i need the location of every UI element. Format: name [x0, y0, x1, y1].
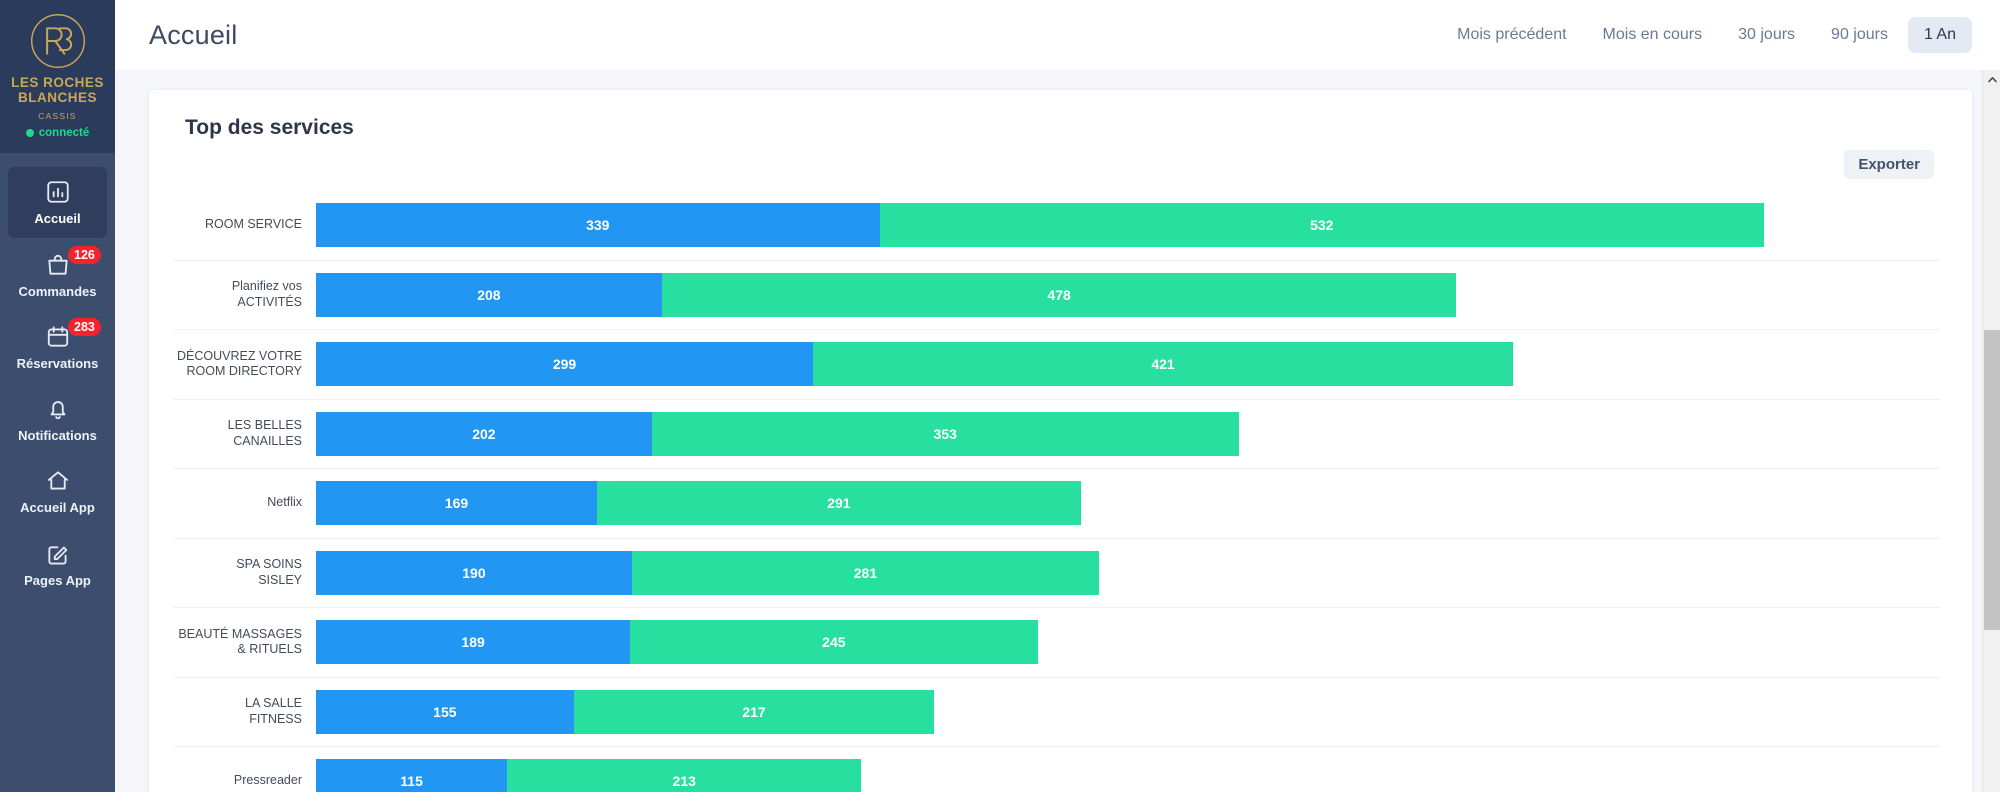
sidebar-item-label: Pages App — [24, 572, 91, 588]
home-icon — [45, 468, 71, 494]
card-title: Top des services — [185, 116, 354, 139]
chart-row-label: SPA SOINS SISLEY — [236, 557, 302, 587]
chart-bar-segment-green[interactable]: 353 — [651, 411, 1239, 456]
date-range-tabs: Mois précédent Mois en cours 30 jours 90… — [1441, 17, 1972, 53]
chart-bar-segment-green[interactable]: 291 — [596, 481, 1081, 526]
sidebar-item-label: Notifications — [18, 428, 97, 444]
topbar: Accueil Mois précédent Mois en cours 30 … — [115, 0, 2000, 70]
chart-row-bars: 299 421 — [316, 330, 1940, 399]
chart-row: BEAUTÉ MASSAGES & RITUELS 189 245 — [173, 608, 1940, 678]
brand-block: LES ROCHES BLANCHES CASSIS connecté — [0, 0, 115, 154]
sidebar-item-accueil[interactable]: Accueil — [8, 167, 107, 238]
chevron-up-icon[interactable] — [1983, 70, 2000, 88]
chart-bar-segment-green[interactable]: 532 — [879, 203, 1764, 248]
export-button[interactable]: Exporter — [1844, 150, 1934, 179]
chart-bar-segment-blue[interactable]: 169 — [316, 481, 597, 526]
chart-bar-segment-blue[interactable]: 155 — [316, 689, 574, 734]
chart-bar-segment-blue[interactable]: 190 — [316, 550, 632, 595]
chart-row-bars: 189 245 — [316, 608, 1940, 677]
status-label: connecté — [38, 127, 90, 140]
chart-row: LA SALLE FITNESS 155 217 — [173, 678, 1940, 747]
chart-row: SPA SOINS SISLEY 190 281 — [173, 539, 1940, 608]
sidebar-item-accueil-app[interactable]: Accueil App — [8, 456, 107, 526]
tab-1-an[interactable]: 1 An — [1907, 17, 1972, 53]
scrollbar-thumb[interactable] — [1984, 330, 2000, 630]
bell-icon — [45, 396, 71, 422]
chart-row-label: ROOM SERVICE — [204, 217, 302, 232]
sidebar-nav: Accueil 126 Commandes 283 Réservations N… — [0, 153, 115, 601]
chart-row: Netflix 169 291 — [173, 469, 1940, 539]
sidebar-item-commandes[interactable]: 126 Commandes — [8, 240, 107, 310]
status-dot-icon — [25, 129, 34, 138]
chart-row-bars: 339 532 — [316, 191, 1940, 260]
chart-row-bars: 190 281 — [316, 539, 1940, 608]
sidebar-item-label: Accueil — [34, 211, 81, 227]
sidebar-item-label: Accueil App — [20, 500, 95, 516]
chart-row-label: LES BELLES CANAILLES — [227, 418, 302, 448]
brand-name: LES ROCHES BLANCHES — [11, 75, 104, 106]
chart-bar-segment-blue[interactable]: 299 — [316, 342, 814, 387]
main-area: Accueil Mois précédent Mois en cours 30 … — [115, 0, 2000, 792]
chart-bar-segment-blue[interactable]: 202 — [316, 411, 652, 456]
chart-bar-segment-blue[interactable]: 208 — [316, 272, 662, 317]
reservations-badge: 283 — [68, 317, 101, 337]
tab-mois-precedent[interactable]: Mois précédent — [1441, 17, 1582, 53]
chart-row-label: Planifiez vos ACTIVITÉS — [231, 279, 302, 309]
tab-30-jours[interactable]: 30 jours — [1722, 17, 1811, 53]
sidebar-item-label: Réservations — [16, 355, 99, 371]
tab-mois-en-cours[interactable]: Mois en cours — [1587, 17, 1719, 53]
top-services-chart: ROOM SERVICE 339 532 Planifiez vos ACTIVITÉ… — [173, 191, 1940, 792]
tab-90-jours[interactable]: 90 jours — [1815, 17, 1904, 53]
chart-row-label: Netflix — [267, 495, 302, 510]
content-area: Top des services Exporter ROOM SERVICE 33… — [115, 70, 2000, 792]
chart-bar-segment-blue[interactable]: 115 — [316, 759, 508, 792]
chart-row-bars: 208 478 — [316, 261, 1940, 330]
sidebar-item-pages-app[interactable]: Pages App — [8, 529, 107, 599]
chart-row-bars: 115 213 — [316, 747, 1940, 792]
top-services-card: Top des services Exporter ROOM SERVICE 33… — [149, 90, 1972, 792]
chart-bar-segment-green[interactable]: 217 — [573, 689, 935, 734]
brand-subtitle: CASSIS — [38, 111, 77, 122]
calendar-icon — [45, 324, 71, 350]
app-root: LES ROCHES BLANCHES CASSIS connecté Accu… — [0, 0, 2000, 792]
chart-row: Pressreader 115 213 — [173, 747, 1940, 792]
connection-status: connecté — [25, 127, 90, 140]
chart-row-bars: 155 217 — [316, 678, 1940, 747]
chart-row: ROOM SERVICE 339 532 — [173, 191, 1940, 261]
sidebar-item-label: Commandes — [18, 283, 97, 299]
commandes-badge: 126 — [68, 245, 101, 264]
chart-row: Planifiez vos ACTIVITÉS 208 478 — [173, 261, 1940, 330]
chart-row-label: LA SALLE FITNESS — [245, 696, 302, 726]
chart-row: DÉCOUVREZ VOTRE ROOM DIRECTORY 299 421 — [173, 330, 1940, 400]
les-roches-blanches-monogram-icon — [29, 12, 87, 70]
chart-bar-segment-blue[interactable]: 339 — [316, 203, 880, 248]
sidebar: LES ROCHES BLANCHES CASSIS connecté Accu… — [0, 0, 115, 792]
chart-row: LES BELLES CANAILLES 202 353 — [173, 400, 1940, 469]
chart-row-bars: 202 353 — [316, 400, 1940, 469]
chart-bar-segment-green[interactable]: 245 — [630, 620, 1038, 665]
sidebar-item-reservations[interactable]: 283 Réservations — [8, 312, 107, 382]
chart-row-label: Pressreader — [233, 773, 302, 788]
chart-bar-segment-green[interactable]: 421 — [813, 342, 1513, 387]
chart-bar-segment-green[interactable]: 213 — [507, 759, 862, 792]
bag-icon — [45, 252, 71, 278]
chart-row-bars: 169 291 — [316, 469, 1940, 538]
export-row: Exporter — [173, 150, 1940, 179]
chart-bar-icon — [45, 179, 71, 205]
chart-bar-segment-green[interactable]: 478 — [661, 272, 1457, 317]
sidebar-item-notifications[interactable]: Notifications — [8, 384, 107, 454]
page-title: Accueil — [149, 19, 238, 50]
chart-row-label: DÉCOUVREZ VOTRE ROOM DIRECTORY — [176, 348, 302, 379]
chart-row-label: BEAUTÉ MASSAGES & RITUELS — [178, 626, 302, 657]
page-scrollbar[interactable] — [1982, 70, 2000, 792]
chart-bar-segment-green[interactable]: 281 — [631, 550, 1099, 595]
edit-square-icon — [45, 541, 71, 567]
chart-bar-segment-blue[interactable]: 189 — [316, 620, 631, 665]
